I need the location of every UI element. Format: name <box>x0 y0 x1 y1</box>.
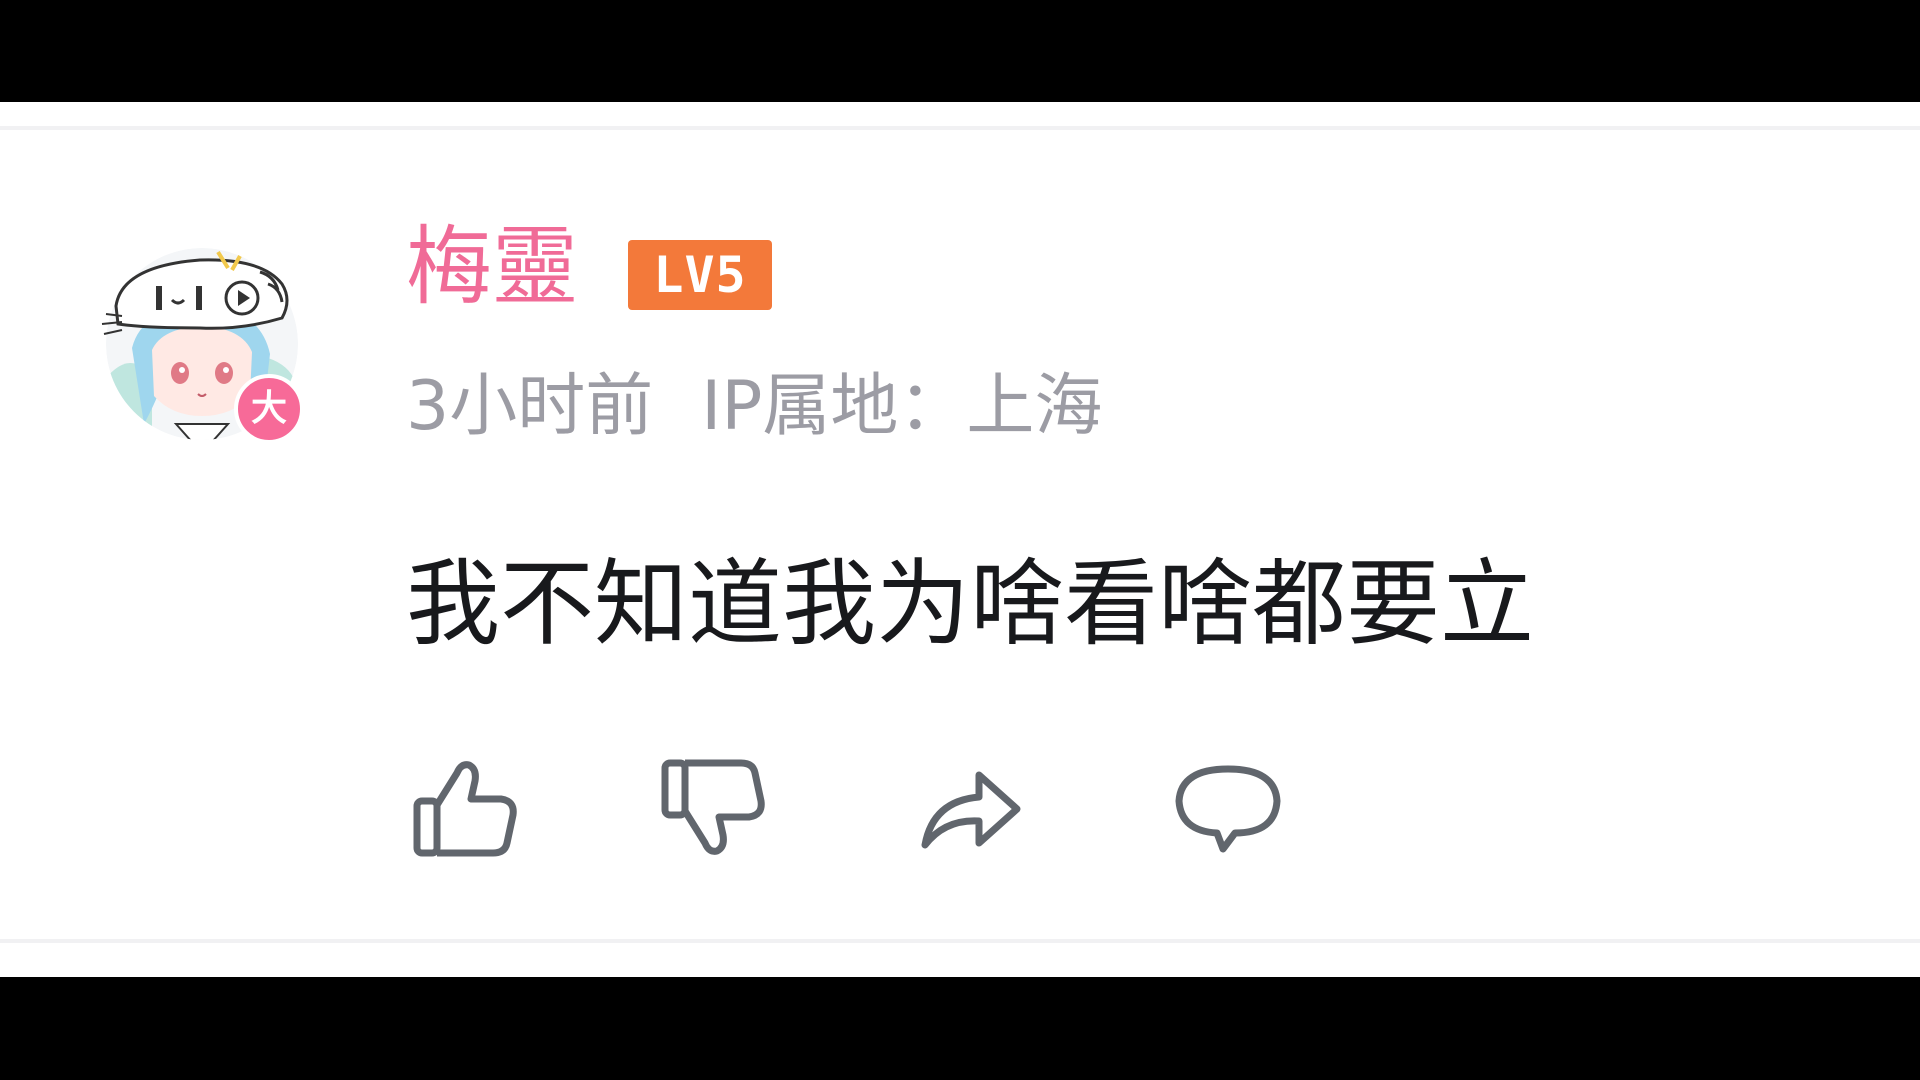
like-button[interactable] <box>406 748 526 868</box>
level-badge: LV5 <box>628 240 772 310</box>
thumbs-down-icon <box>661 759 765 855</box>
comment-meta: 3小时前 IP属地：上海 <box>406 364 1102 450</box>
letterbox-bottom <box>0 977 1920 1080</box>
comment-card: 大 梅靈 LV5 3小时前 IP属地：上海 我不知道我为啥看啥都要立 <box>0 102 1920 977</box>
timestamp: 3小时前 <box>406 367 654 446</box>
thumbs-up-icon <box>413 761 517 857</box>
letterbox-top <box>0 0 1920 102</box>
username[interactable]: 梅靈 <box>406 217 578 317</box>
comment-actions <box>406 748 1306 868</box>
reply-button[interactable] <box>1168 748 1288 868</box>
avatar-badge: 大 <box>234 374 304 444</box>
share-icon <box>921 771 1021 849</box>
comment-icon <box>1175 765 1281 853</box>
top-divider <box>0 126 1920 130</box>
share-button[interactable] <box>910 748 1030 868</box>
ip-location: IP属地：上海 <box>701 367 1103 446</box>
comment-text: 我不知道我为啥看啥都要立 <box>406 550 1535 659</box>
avatar[interactable]: 大 <box>92 228 312 448</box>
dislike-button[interactable] <box>654 748 774 868</box>
bottom-divider <box>0 939 1920 943</box>
